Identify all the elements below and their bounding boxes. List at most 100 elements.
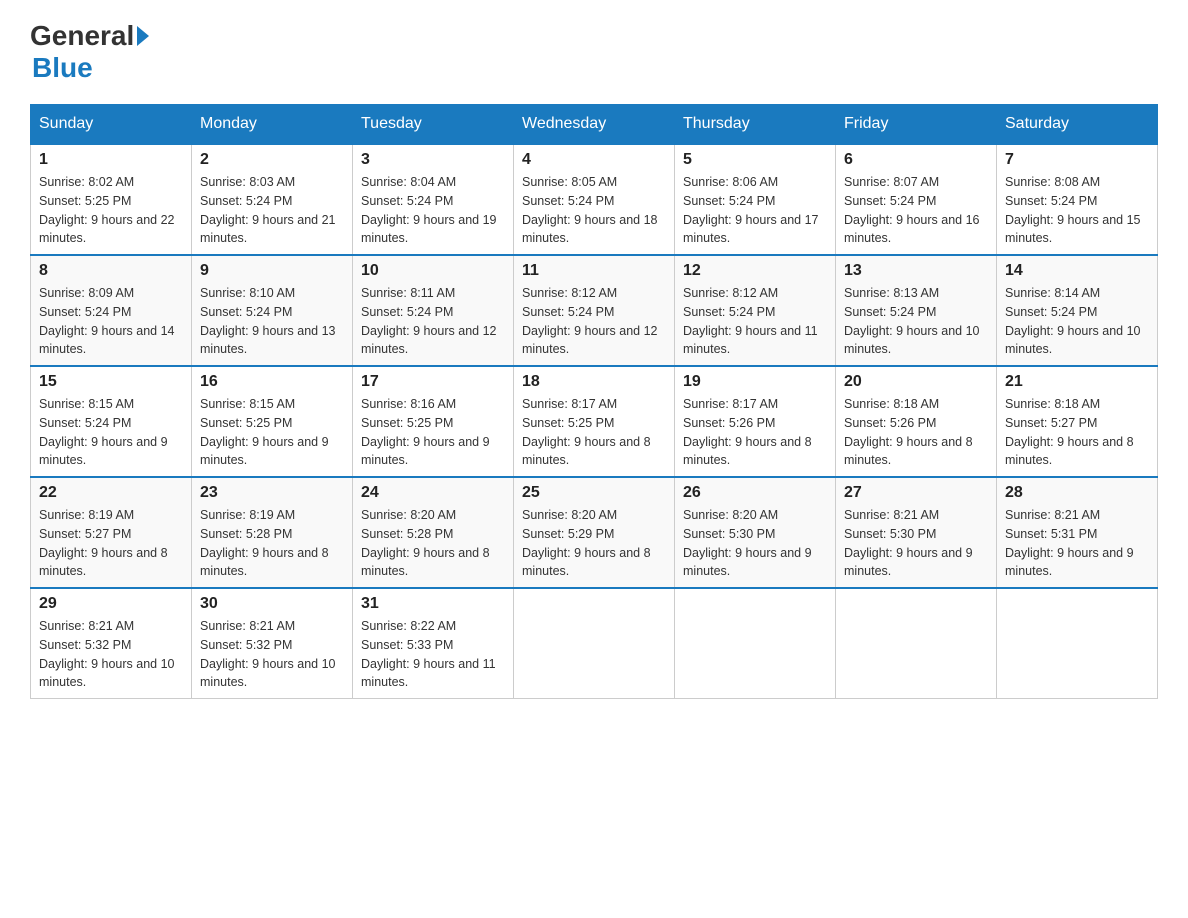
calendar-cell: 9 Sunrise: 8:10 AMSunset: 5:24 PMDayligh… <box>192 255 353 366</box>
day-number: 27 <box>844 484 988 502</box>
calendar-cell: 13 Sunrise: 8:13 AMSunset: 5:24 PMDaylig… <box>836 255 997 366</box>
calendar-cell: 19 Sunrise: 8:17 AMSunset: 5:26 PMDaylig… <box>675 366 836 477</box>
calendar-cell: 18 Sunrise: 8:17 AMSunset: 5:25 PMDaylig… <box>514 366 675 477</box>
day-info: Sunrise: 8:17 AMSunset: 5:25 PMDaylight:… <box>522 397 651 467</box>
calendar-cell: 1 Sunrise: 8:02 AMSunset: 5:25 PMDayligh… <box>31 144 192 255</box>
day-number: 6 <box>844 151 988 169</box>
day-info: Sunrise: 8:12 AMSunset: 5:24 PMDaylight:… <box>683 286 818 356</box>
day-info: Sunrise: 8:07 AMSunset: 5:24 PMDaylight:… <box>844 175 980 245</box>
day-number: 31 <box>361 595 505 613</box>
day-number: 22 <box>39 484 183 502</box>
day-info: Sunrise: 8:18 AMSunset: 5:27 PMDaylight:… <box>1005 397 1134 467</box>
day-number: 1 <box>39 151 183 169</box>
day-number: 10 <box>361 262 505 280</box>
day-number: 14 <box>1005 262 1149 280</box>
calendar-cell: 7 Sunrise: 8:08 AMSunset: 5:24 PMDayligh… <box>997 144 1158 255</box>
day-info: Sunrise: 8:15 AMSunset: 5:24 PMDaylight:… <box>39 397 168 467</box>
day-number: 17 <box>361 373 505 391</box>
calendar-cell: 17 Sunrise: 8:16 AMSunset: 5:25 PMDaylig… <box>353 366 514 477</box>
day-number: 11 <box>522 262 666 280</box>
calendar-cell: 11 Sunrise: 8:12 AMSunset: 5:24 PMDaylig… <box>514 255 675 366</box>
calendar-cell: 26 Sunrise: 8:20 AMSunset: 5:30 PMDaylig… <box>675 477 836 588</box>
day-info: Sunrise: 8:17 AMSunset: 5:26 PMDaylight:… <box>683 397 812 467</box>
day-number: 2 <box>200 151 344 169</box>
day-info: Sunrise: 8:09 AMSunset: 5:24 PMDaylight:… <box>39 286 175 356</box>
day-number: 30 <box>200 595 344 613</box>
calendar-cell: 3 Sunrise: 8:04 AMSunset: 5:24 PMDayligh… <box>353 144 514 255</box>
calendar-cell: 28 Sunrise: 8:21 AMSunset: 5:31 PMDaylig… <box>997 477 1158 588</box>
day-header-friday: Friday <box>836 105 997 145</box>
calendar-cell: 30 Sunrise: 8:21 AMSunset: 5:32 PMDaylig… <box>192 588 353 699</box>
day-number: 29 <box>39 595 183 613</box>
day-header-monday: Monday <box>192 105 353 145</box>
day-info: Sunrise: 8:19 AMSunset: 5:27 PMDaylight:… <box>39 508 168 578</box>
day-info: Sunrise: 8:15 AMSunset: 5:25 PMDaylight:… <box>200 397 329 467</box>
day-info: Sunrise: 8:21 AMSunset: 5:30 PMDaylight:… <box>844 508 973 578</box>
day-info: Sunrise: 8:20 AMSunset: 5:28 PMDaylight:… <box>361 508 490 578</box>
day-header-wednesday: Wednesday <box>514 105 675 145</box>
day-info: Sunrise: 8:21 AMSunset: 5:32 PMDaylight:… <box>39 619 175 689</box>
day-info: Sunrise: 8:05 AMSunset: 5:24 PMDaylight:… <box>522 175 658 245</box>
day-number: 9 <box>200 262 344 280</box>
calendar-cell: 4 Sunrise: 8:05 AMSunset: 5:24 PMDayligh… <box>514 144 675 255</box>
calendar-cell: 22 Sunrise: 8:19 AMSunset: 5:27 PMDaylig… <box>31 477 192 588</box>
day-header-thursday: Thursday <box>675 105 836 145</box>
calendar-cell: 23 Sunrise: 8:19 AMSunset: 5:28 PMDaylig… <box>192 477 353 588</box>
calendar-cell <box>675 588 836 699</box>
day-info: Sunrise: 8:10 AMSunset: 5:24 PMDaylight:… <box>200 286 336 356</box>
calendar-cell: 31 Sunrise: 8:22 AMSunset: 5:33 PMDaylig… <box>353 588 514 699</box>
day-number: 5 <box>683 151 827 169</box>
calendar-cell: 24 Sunrise: 8:20 AMSunset: 5:28 PMDaylig… <box>353 477 514 588</box>
day-number: 18 <box>522 373 666 391</box>
day-info: Sunrise: 8:18 AMSunset: 5:26 PMDaylight:… <box>844 397 973 467</box>
day-info: Sunrise: 8:22 AMSunset: 5:33 PMDaylight:… <box>361 619 496 689</box>
calendar-cell: 5 Sunrise: 8:06 AMSunset: 5:24 PMDayligh… <box>675 144 836 255</box>
day-info: Sunrise: 8:04 AMSunset: 5:24 PMDaylight:… <box>361 175 497 245</box>
day-number: 4 <box>522 151 666 169</box>
day-number: 26 <box>683 484 827 502</box>
day-info: Sunrise: 8:21 AMSunset: 5:32 PMDaylight:… <box>200 619 336 689</box>
calendar-cell: 29 Sunrise: 8:21 AMSunset: 5:32 PMDaylig… <box>31 588 192 699</box>
day-number: 24 <box>361 484 505 502</box>
day-number: 8 <box>39 262 183 280</box>
calendar-table: SundayMondayTuesdayWednesdayThursdayFrid… <box>30 104 1158 699</box>
day-info: Sunrise: 8:21 AMSunset: 5:31 PMDaylight:… <box>1005 508 1134 578</box>
calendar-header-row: SundayMondayTuesdayWednesdayThursdayFrid… <box>31 105 1158 145</box>
day-number: 19 <box>683 373 827 391</box>
calendar-cell: 10 Sunrise: 8:11 AMSunset: 5:24 PMDaylig… <box>353 255 514 366</box>
calendar-cell: 25 Sunrise: 8:20 AMSunset: 5:29 PMDaylig… <box>514 477 675 588</box>
calendar-cell <box>514 588 675 699</box>
calendar-cell: 20 Sunrise: 8:18 AMSunset: 5:26 PMDaylig… <box>836 366 997 477</box>
calendar-cell: 21 Sunrise: 8:18 AMSunset: 5:27 PMDaylig… <box>997 366 1158 477</box>
day-header-saturday: Saturday <box>997 105 1158 145</box>
day-number: 21 <box>1005 373 1149 391</box>
logo-blue: Blue <box>32 52 93 83</box>
day-number: 20 <box>844 373 988 391</box>
day-info: Sunrise: 8:16 AMSunset: 5:25 PMDaylight:… <box>361 397 490 467</box>
logo-triangle-icon <box>137 26 149 46</box>
day-info: Sunrise: 8:12 AMSunset: 5:24 PMDaylight:… <box>522 286 658 356</box>
day-header-tuesday: Tuesday <box>353 105 514 145</box>
day-number: 7 <box>1005 151 1149 169</box>
day-info: Sunrise: 8:19 AMSunset: 5:28 PMDaylight:… <box>200 508 329 578</box>
logo-text: General <box>30 20 152 52</box>
day-number: 3 <box>361 151 505 169</box>
day-number: 28 <box>1005 484 1149 502</box>
day-number: 12 <box>683 262 827 280</box>
day-info: Sunrise: 8:11 AMSunset: 5:24 PMDaylight:… <box>361 286 497 356</box>
day-info: Sunrise: 8:03 AMSunset: 5:24 PMDaylight:… <box>200 175 336 245</box>
calendar-week-row: 8 Sunrise: 8:09 AMSunset: 5:24 PMDayligh… <box>31 255 1158 366</box>
calendar-week-row: 29 Sunrise: 8:21 AMSunset: 5:32 PMDaylig… <box>31 588 1158 699</box>
day-info: Sunrise: 8:20 AMSunset: 5:30 PMDaylight:… <box>683 508 812 578</box>
day-info: Sunrise: 8:02 AMSunset: 5:25 PMDaylight:… <box>39 175 175 245</box>
day-info: Sunrise: 8:08 AMSunset: 5:24 PMDaylight:… <box>1005 175 1141 245</box>
day-info: Sunrise: 8:13 AMSunset: 5:24 PMDaylight:… <box>844 286 980 356</box>
calendar-cell: 2 Sunrise: 8:03 AMSunset: 5:24 PMDayligh… <box>192 144 353 255</box>
day-info: Sunrise: 8:14 AMSunset: 5:24 PMDaylight:… <box>1005 286 1141 356</box>
calendar-week-row: 22 Sunrise: 8:19 AMSunset: 5:27 PMDaylig… <box>31 477 1158 588</box>
day-header-sunday: Sunday <box>31 105 192 145</box>
day-number: 25 <box>522 484 666 502</box>
calendar-week-row: 1 Sunrise: 8:02 AMSunset: 5:25 PMDayligh… <box>31 144 1158 255</box>
calendar-cell: 27 Sunrise: 8:21 AMSunset: 5:30 PMDaylig… <box>836 477 997 588</box>
page-header: General Blue <box>30 20 1158 84</box>
